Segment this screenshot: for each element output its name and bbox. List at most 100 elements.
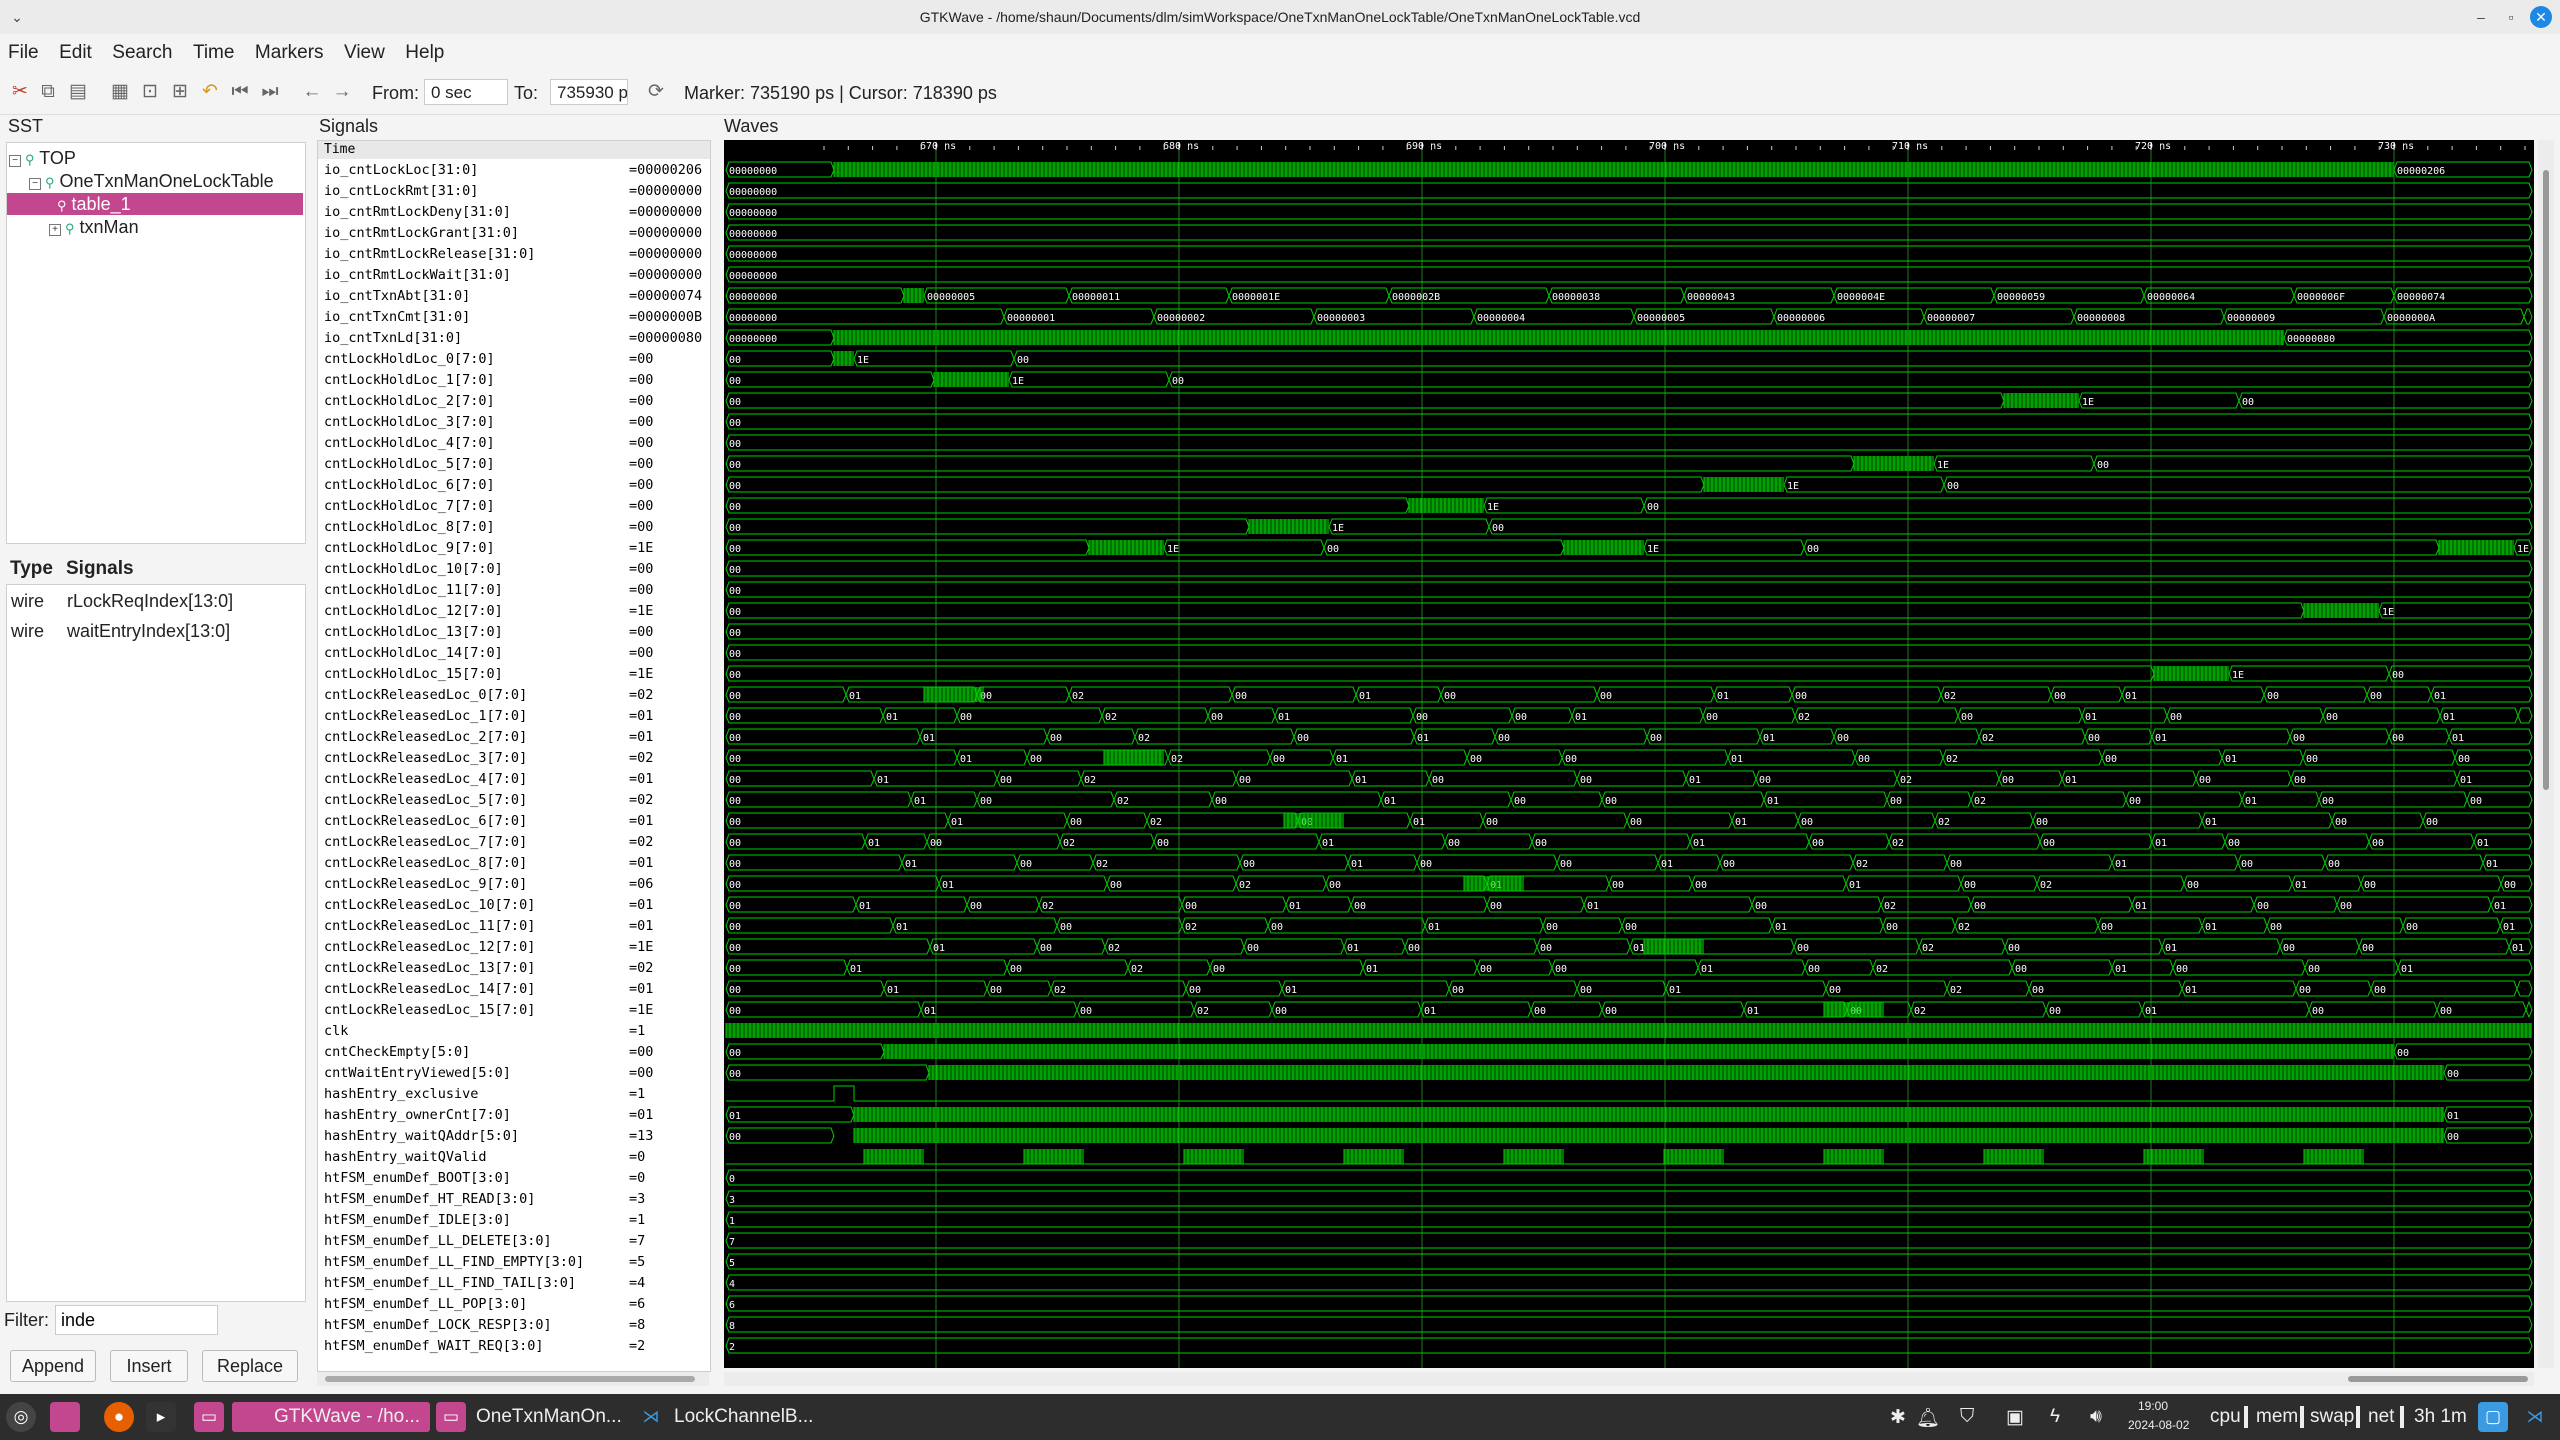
append-button[interactable]: Append: [10, 1350, 96, 1382]
zoom-start-icon[interactable]: ⏮: [228, 80, 252, 104]
signal-row[interactable]: cntLockHoldLoc_3[7:0] =00: [318, 412, 710, 433]
tree-node-onetxnmanonelocktable[interactable]: − ⚲ OneTxnManOneLockTable: [29, 170, 274, 192]
vscode-icon[interactable]: ⋊: [636, 1402, 666, 1432]
taskbar-item-gtkwave[interactable]: GTKWave - /ho...: [232, 1402, 430, 1432]
menu-help[interactable]: Help: [397, 34, 452, 64]
signal-row[interactable]: cntLockReleasedLoc_7[7:0] =02: [318, 832, 710, 853]
menu-edit[interactable]: Edit: [51, 34, 100, 64]
waveform-canvas[interactable]: 670 ns 680 ns 690 ns 700 ns 710 ns 720 ns 730 …: [724, 140, 2534, 1368]
maximize-icon[interactable]: ▫: [2500, 6, 2522, 28]
expand-icon[interactable]: +: [49, 224, 61, 236]
signal-row[interactable]: cntLockReleasedLoc_4[7:0] =01: [318, 769, 710, 790]
terminal-icon[interactable]: ▸: [146, 1402, 176, 1432]
files-icon[interactable]: ▭: [194, 1402, 224, 1432]
menu-time[interactable]: Time: [185, 34, 243, 64]
signal-row[interactable]: cntLockReleasedLoc_2[7:0] =01: [318, 727, 710, 748]
notification-icon[interactable]: 🔔︎: [1916, 1406, 1940, 1430]
reload-icon[interactable]: ⟳: [644, 80, 668, 104]
insert-button[interactable]: Insert: [110, 1350, 188, 1382]
zoom-end-icon[interactable]: ⏭: [258, 80, 282, 104]
signal-row[interactable]: htFSM_enumDef_LL_POP[3:0] =6: [318, 1294, 710, 1315]
waves-panel[interactable]: 670 ns 680 ns 690 ns 700 ns 710 ns 720 ns 730 …: [724, 140, 2534, 1368]
signal-row[interactable]: htFSM_enumDef_HT_READ[3:0] =3: [318, 1189, 710, 1210]
signal-row[interactable]: cntLockHoldLoc_1[7:0] =00: [318, 370, 710, 391]
type-column-header[interactable]: Type: [10, 558, 53, 580]
signal-row[interactable]: hashEntry_waitQValid =0: [318, 1147, 710, 1168]
paste-icon[interactable]: ▤: [66, 80, 90, 104]
signal-row[interactable]: htFSM_enumDef_LL_DELETE[3:0] =7: [318, 1231, 710, 1252]
collapse-icon[interactable]: −: [29, 178, 41, 190]
window-list-icon[interactable]: ▣: [2006, 1406, 2024, 1429]
signals-panel[interactable]: Time io_cntLockLoc[31:0] =00000206 io_cntL…: [317, 140, 711, 1372]
menu-search[interactable]: Search: [104, 34, 180, 64]
files-window-icon[interactable]: ▭: [436, 1402, 466, 1432]
signals-hscrollbar[interactable]: [317, 1372, 709, 1386]
taskbar-item-onetxnman[interactable]: OneTxnManOn...: [476, 1402, 622, 1432]
shield-icon[interactable]: ⛉: [1960, 1406, 1974, 1428]
menu-markers[interactable]: Markers: [247, 34, 332, 64]
copy-icon[interactable]: ⧉: [36, 80, 60, 104]
signal-row[interactable]: io_cntRmtLockDeny[31:0] =00000000: [318, 202, 710, 223]
net-monitor[interactable]: net: [2368, 1406, 2394, 1428]
filter-input[interactable]: inde: [55, 1305, 218, 1335]
undo-icon[interactable]: ↶: [198, 80, 222, 104]
signal-row[interactable]: cntLockReleasedLoc_0[7:0] =02: [318, 685, 710, 706]
signal-row[interactable]: io_cntRmtLockGrant[31:0] =00000000: [318, 223, 710, 244]
desktop-icon[interactable]: [50, 1402, 80, 1432]
signal-row[interactable]: cntLockHoldLoc_2[7:0] =00: [318, 391, 710, 412]
zoom-in-icon[interactable]: ⊞: [168, 80, 192, 104]
signal-row[interactable]: io_cntTxnAbt[31:0] =00000074: [318, 286, 710, 307]
signal-row[interactable]: cntLockReleasedLoc_1[7:0] =01: [318, 706, 710, 727]
signal-row[interactable]: htFSM_enumDef_WAIT_REQ[3:0] =2: [318, 1336, 710, 1357]
signal-row[interactable]: cntLockReleasedLoc_12[7:0] =1E: [318, 937, 710, 958]
signal-row[interactable]: hashEntry_exclusive =1: [318, 1084, 710, 1105]
signal-row[interactable]: cntLockReleasedLoc_10[7:0] =01: [318, 895, 710, 916]
cpu-monitor[interactable]: cpu: [2210, 1406, 2241, 1428]
signal-row[interactable]: cntCheckEmpty[5:0] =00: [318, 1042, 710, 1063]
minimize-icon[interactable]: –: [2470, 6, 2492, 28]
signal-row[interactable]: cntLockHoldLoc_15[7:0] =1E: [318, 664, 710, 685]
bluetooth-icon[interactable]: ✱: [1890, 1406, 1906, 1429]
signal-row[interactable]: cntLockReleasedLoc_13[7:0] =02: [318, 958, 710, 979]
vscode-tray-icon[interactable]: ⋊: [2520, 1402, 2550, 1432]
menu-file[interactable]: File: [0, 34, 47, 64]
clock-time[interactable]: 19:00: [2138, 1399, 2168, 1413]
signal-row[interactable]: cntLockHoldLoc_11[7:0] =00: [318, 580, 710, 601]
forward-icon[interactable]: →: [330, 80, 354, 104]
signal-row[interactable]: cntLockHoldLoc_8[7:0] =00: [318, 517, 710, 538]
signal-row[interactable]: cntWaitEntryViewed[5:0] =00: [318, 1063, 710, 1084]
signal-row[interactable]: cntLockHoldLoc_12[7:0] =1E: [318, 601, 710, 622]
signal-row[interactable]: htFSM_enumDef_LOCK_RESP[3:0] =8: [318, 1315, 710, 1336]
signal-row[interactable]: io_cntRmtLockRelease[31:0] =00000000: [318, 244, 710, 265]
firefox-icon[interactable]: ●: [104, 1402, 134, 1432]
cut-icon[interactable]: ✂: [8, 80, 32, 104]
collapse-icon[interactable]: −: [9, 155, 21, 167]
volume-icon[interactable]: 🔊︎: [2090, 1406, 2102, 1428]
signal-row[interactable]: io_cntLockRmt[31:0] =00000000: [318, 181, 710, 202]
signal-row[interactable]: cntLockHoldLoc_6[7:0] =00: [318, 475, 710, 496]
signal-row[interactable]: cntLockHoldLoc_9[7:0] =1E: [318, 538, 710, 559]
signal-row[interactable]: htFSM_enumDef_LL_FIND_TAIL[3:0] =4: [318, 1273, 710, 1294]
signal-row[interactable]: htFSM_enumDef_LL_FIND_EMPTY[3:0] =5: [318, 1252, 710, 1273]
signal-row[interactable]: htFSM_enumDef_BOOT[3:0] =0: [318, 1168, 710, 1189]
taskbar-item-lockchannel[interactable]: LockChannelB...: [674, 1402, 813, 1432]
signal-row[interactable]: io_cntLockLoc[31:0] =00000206: [318, 160, 710, 181]
mem-monitor[interactable]: mem: [2256, 1406, 2298, 1428]
signal-row[interactable]: htFSM_enumDef_IDLE[3:0] =1: [318, 1210, 710, 1231]
menu-view[interactable]: View: [336, 34, 393, 64]
signal-row[interactable]: cntLockHoldLoc_14[7:0] =00: [318, 643, 710, 664]
signal-row[interactable]: cntLockReleasedLoc_15[7:0] =1E: [318, 1000, 710, 1021]
back-icon[interactable]: ←: [300, 80, 324, 104]
tree-node-table-1[interactable]: ⚲ table_1: [7, 193, 303, 215]
waves-vscrollbar[interactable]: [2538, 140, 2554, 1368]
signal-row[interactable]: cntLockReleasedLoc_14[7:0] =01: [318, 979, 710, 1000]
signal-row[interactable]: cntLockReleasedLoc_9[7:0] =06: [318, 874, 710, 895]
signal-row[interactable]: io_cntTxnLd[31:0] =00000080: [318, 328, 710, 349]
swap-monitor[interactable]: swap: [2310, 1406, 2354, 1428]
signal-row[interactable]: cntLockHoldLoc_10[7:0] =00: [318, 559, 710, 580]
tree-node-top[interactable]: − ⚲ TOP: [9, 147, 76, 169]
signal-row[interactable]: cntLockReleasedLoc_6[7:0] =01: [318, 811, 710, 832]
waves-hscrollbar[interactable]: [724, 1372, 2534, 1386]
signals-column-header[interactable]: Signals: [66, 558, 134, 580]
signal-row[interactable]: cntLockReleasedLoc_11[7:0] =01: [318, 916, 710, 937]
